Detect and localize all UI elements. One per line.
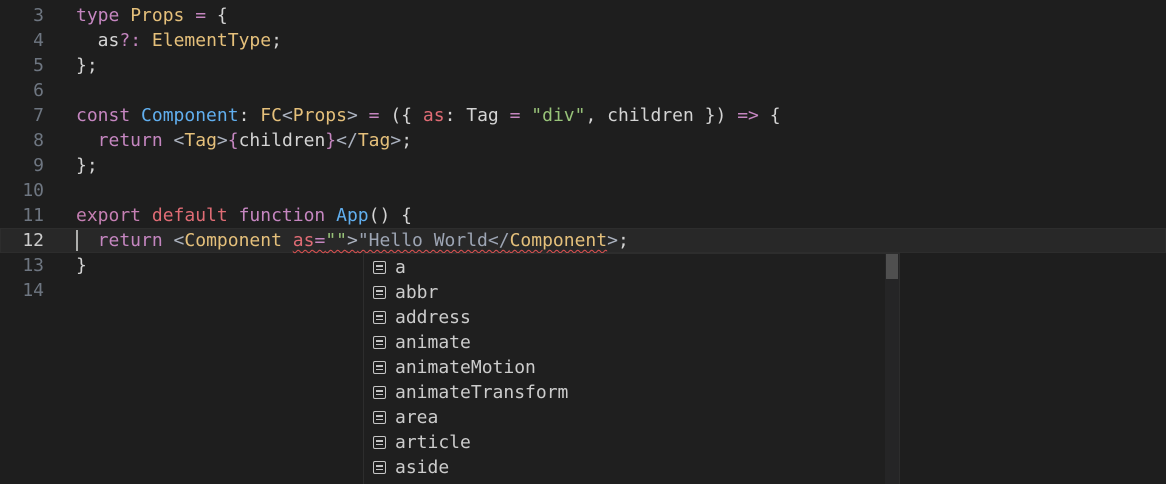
tag-element-icon [373, 436, 386, 449]
scrollbar-thumb[interactable] [886, 254, 898, 279]
code-text: return <Component as="">"Hello World</Co… [76, 230, 629, 251]
code-line[interactable]: 8 return <Tag>{children}</Tag>; [0, 128, 1166, 153]
suggestion-item[interactable]: animate [364, 330, 886, 355]
line-number: 9 [33, 155, 44, 176]
suggestion-label: area [395, 407, 439, 428]
suggestion-label: audio [395, 480, 449, 484]
line-number: 8 [33, 130, 44, 151]
suggestion-label: animateTransform [395, 382, 569, 403]
suggestion-label: address [395, 307, 471, 328]
code-line[interactable]: 12 return <Component as="">"Hello World<… [0, 228, 1166, 253]
code-line[interactable]: 10 [0, 178, 1166, 203]
code-text: }; [76, 55, 98, 76]
line-number: 3 [33, 5, 44, 26]
suggestion-item[interactable]: area [364, 405, 886, 430]
suggestion-item[interactable]: abbr [364, 280, 886, 305]
text-cursor [76, 230, 78, 251]
code-text: } [76, 255, 87, 276]
tag-element-icon [373, 361, 386, 374]
suggestion-label: article [395, 432, 471, 453]
line-number: 4 [33, 30, 44, 51]
suggestion-item[interactable]: audio [364, 480, 886, 484]
tag-element-icon [373, 461, 386, 474]
line-number: 10 [22, 180, 44, 201]
suggestion-scrollbar[interactable] [885, 254, 899, 484]
tag-element-icon [373, 411, 386, 424]
suggestion-item[interactable]: address [364, 305, 886, 330]
suggestion-widget[interactable]: a abbr address animate animateMotion animateT… [363, 253, 900, 484]
code-line[interactable]: 6 [0, 78, 1166, 103]
suggestion-item[interactable]: animateMotion [364, 355, 886, 380]
code-text: export default function App() { [76, 205, 412, 226]
suggestion-label: abbr [395, 282, 439, 303]
code-text: }; [76, 155, 98, 176]
suggestion-label: aside [395, 457, 450, 478]
code-text: type Props = { [76, 5, 228, 26]
line-number: 5 [33, 55, 44, 76]
code-line[interactable]: 7 const Component: FC<Props> = ({ as: Tag… [0, 103, 1166, 128]
suggestion-item[interactable]: article [364, 430, 886, 455]
line-number: 11 [22, 205, 44, 226]
code-text: const Component: FC<Props> = ({ as: Tag … [76, 105, 781, 126]
suggestion-label: a [395, 257, 406, 278]
line-number: 6 [33, 80, 44, 101]
code-line[interactable]: 5}; [0, 53, 1166, 78]
tag-element-icon [373, 286, 386, 299]
suggestion-item[interactable]: a [364, 255, 886, 280]
code-line[interactable]: 11 export default function App() { [0, 203, 1166, 228]
line-number: 13 [22, 255, 44, 276]
code-line[interactable]: 4 as?: ElementType; [0, 28, 1166, 53]
code-text: as?: ElementType; [76, 30, 282, 51]
code-line[interactable]: 3 type Props = { [0, 3, 1166, 28]
suggestion-item[interactable]: animateTransform [364, 380, 886, 405]
code-text: return <Tag>{children}</Tag>; [76, 130, 413, 151]
suggestion-item[interactable]: aside [364, 455, 886, 480]
line-number: 14 [22, 280, 44, 301]
tag-element-icon [373, 336, 386, 349]
line-number: 12 [22, 230, 44, 251]
tag-element-icon [373, 311, 386, 324]
line-number: 7 [33, 105, 44, 126]
code-editor[interactable]: 3 type Props = {4 as?: ElementType; 5}; 6 7 c… [0, 0, 1166, 484]
suggestion-label: animate [395, 332, 471, 353]
code-line[interactable]: 9}; [0, 153, 1166, 178]
tag-element-icon [373, 261, 386, 274]
tag-element-icon [373, 386, 386, 399]
suggestion-label: animateMotion [395, 357, 536, 378]
